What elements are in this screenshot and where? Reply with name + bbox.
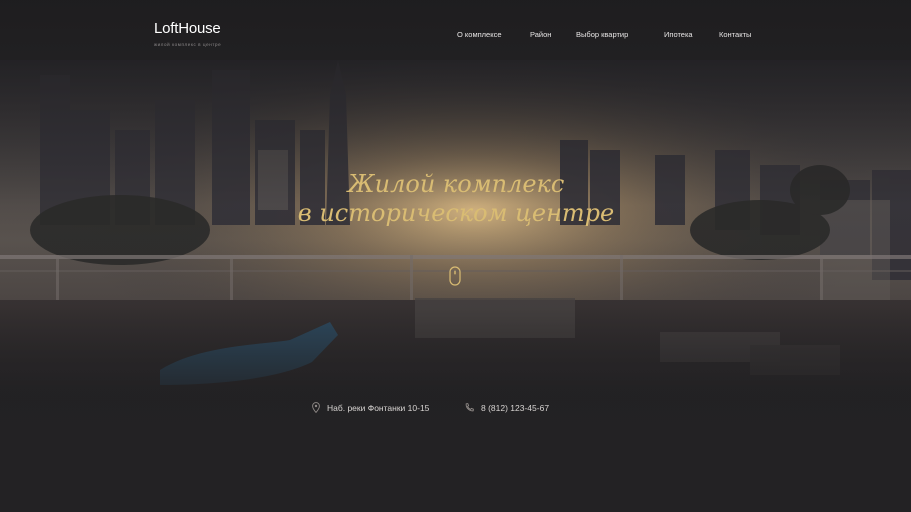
nav-item-about[interactable]: О комплексе bbox=[457, 30, 502, 39]
phone-icon bbox=[465, 403, 474, 412]
nav-item-apartments[interactable]: Выбор квартир bbox=[576, 30, 628, 39]
main-nav: О комплексе Район Выбор квартир Ипотека … bbox=[0, 30, 911, 42]
phone-text[interactable]: 8 (812) 123-45-67 bbox=[481, 403, 549, 413]
nav-item-contacts[interactable]: Контакты bbox=[719, 30, 751, 39]
nav-item-district[interactable]: Район bbox=[530, 30, 551, 39]
hero-title-line-1: Жилой комплекс bbox=[347, 170, 565, 198]
page: LoftHouse жилой комплекс в центре О комп… bbox=[0, 0, 911, 512]
hero-title-line-2: в историческом центре bbox=[297, 199, 615, 227]
address-text: Наб. реки Фонтанки 10-15 bbox=[327, 402, 430, 413]
logo-tagline: жилой комплекс в центре bbox=[154, 42, 222, 47]
location-pin-icon bbox=[312, 402, 320, 414]
site-header: LoftHouse жилой комплекс в центре О комп… bbox=[0, 0, 911, 66]
nav-item-mortgage[interactable]: Ипотека bbox=[664, 30, 693, 39]
mouse-scroll-icon[interactable] bbox=[449, 266, 461, 286]
hero-background-photo bbox=[0, 60, 911, 425]
address: Наб. реки Фонтанки 10-15 bbox=[312, 402, 429, 416]
phone[interactable]: 8 (812) 123-45-67 bbox=[465, 402, 549, 416]
hero-title: Жилой комплекс в историческом центре bbox=[240, 170, 672, 228]
